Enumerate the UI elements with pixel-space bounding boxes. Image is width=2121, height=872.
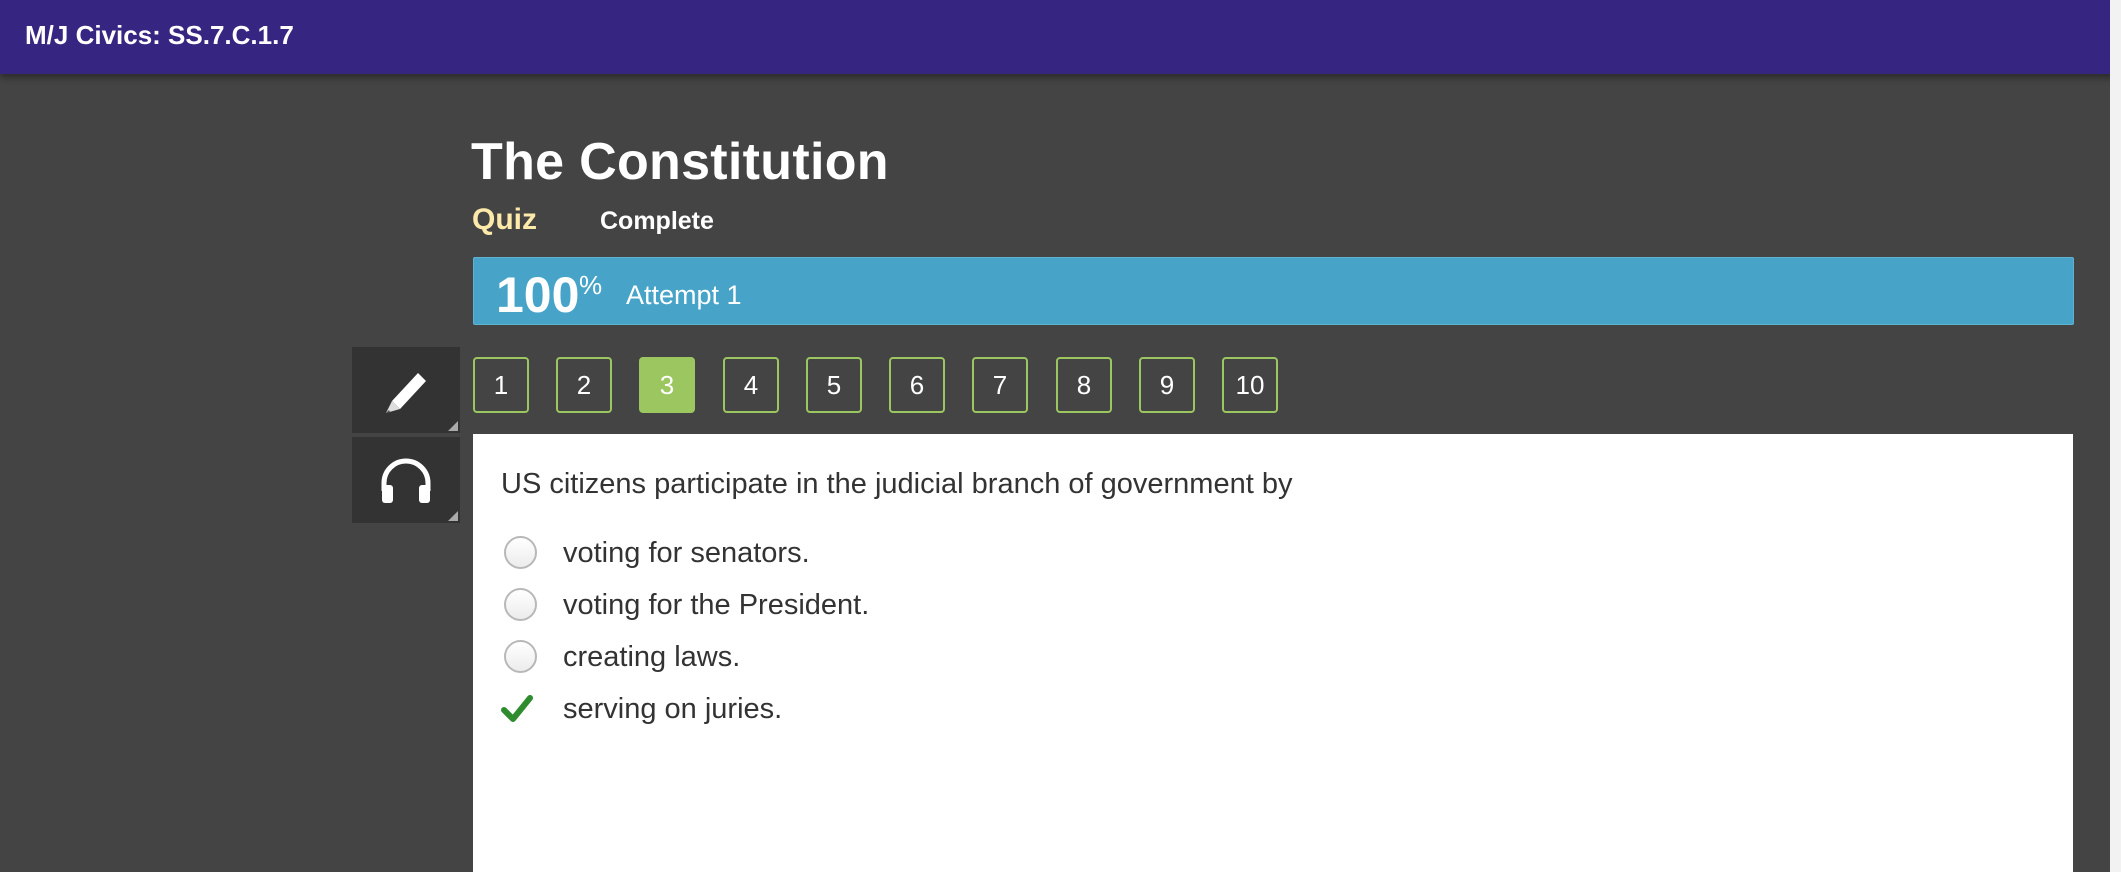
score-bar: 100 % Attempt 1 [473, 257, 2074, 325]
question-text: US citizens participate in the judicial … [501, 468, 1293, 500]
question-nav-2[interactable]: 2 [556, 357, 612, 413]
answer-option-label: creating laws. [563, 641, 741, 673]
question-nav-6[interactable]: 6 [889, 357, 945, 413]
answer-option-label: serving on juries. [563, 693, 783, 725]
tool-corner-indicator [448, 511, 458, 521]
audio-tool-button[interactable] [352, 437, 460, 523]
question-nav-5[interactable]: 5 [806, 357, 862, 413]
scrollbar[interactable] [2110, 0, 2121, 872]
checkmark-icon [501, 695, 533, 722]
score-value: 100 [496, 267, 580, 323]
question-nav-7[interactable]: 7 [972, 357, 1028, 413]
tool-corner-indicator [448, 421, 458, 431]
radio-button[interactable] [504, 640, 537, 673]
question-nav-3[interactable]: 3 [639, 357, 695, 413]
attempt-label: Attempt 1 [626, 280, 742, 310]
answer-option-correct[interactable]: serving on juries. [501, 690, 1301, 730]
activity-type-label: Quiz [472, 203, 537, 236]
course-title: M/J Civics: SS.7.C.1.7 [25, 20, 294, 50]
question-nav-9[interactable]: 9 [1139, 357, 1195, 413]
page-title: The Constitution [471, 133, 889, 191]
question-nav-4[interactable]: 4 [723, 357, 779, 413]
radio-button[interactable] [504, 536, 537, 569]
question-nav-1[interactable]: 1 [473, 357, 529, 413]
activity-status-label: Complete [600, 207, 714, 235]
radio-button[interactable] [504, 588, 537, 621]
answer-option[interactable]: creating laws. [501, 638, 1301, 678]
pencil-icon [386, 373, 426, 413]
answer-option[interactable]: voting for the President. [501, 586, 1301, 626]
question-panel: US citizens participate in the judicial … [473, 434, 2073, 872]
score-percent-sign: % [579, 270, 603, 300]
question-nav-8[interactable]: 8 [1056, 357, 1112, 413]
answer-option-label: voting for the President. [563, 589, 870, 621]
answer-option-label: voting for senators. [563, 537, 810, 569]
top-bar: M/J Civics: SS.7.C.1.7 [0, 0, 2121, 74]
question-nav-10[interactable]: 10 [1222, 357, 1278, 413]
answer-option[interactable]: voting for senators. [501, 534, 1301, 574]
headphones-icon [381, 458, 431, 503]
pencil-tool-button[interactable] [352, 347, 460, 433]
